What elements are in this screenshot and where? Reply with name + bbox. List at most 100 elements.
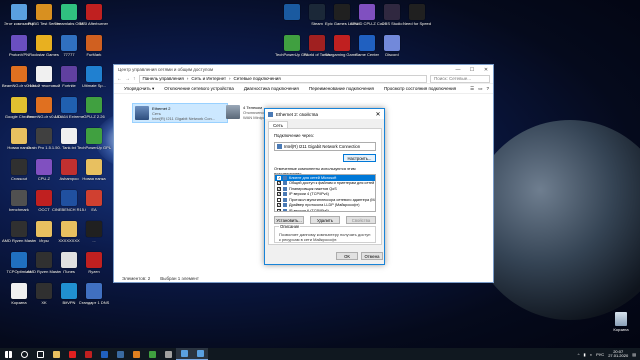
desktop-icon-label: Ryzen <box>88 269 100 274</box>
taskbar-opera-button[interactable] <box>64 348 80 360</box>
taskbar-task-view-button[interactable] <box>32 348 48 360</box>
explorer-icon <box>52 350 60 358</box>
preview-pane-icon[interactable]: ▭ <box>478 86 482 92</box>
component-checkbox[interactable]: ✓ <box>277 203 281 208</box>
forward-arrow-icon[interactable]: → <box>125 76 130 82</box>
taskbar-app-green-button[interactable] <box>144 348 160 360</box>
desktop-icon[interactable]: Стандарт 1 DNS <box>77 281 111 321</box>
breadcrumb-1[interactable]: Панель управления <box>143 76 184 81</box>
app-icon <box>334 4 350 20</box>
volume-icon[interactable]: ◖ <box>590 352 592 357</box>
app-icon <box>11 159 27 175</box>
explorer-title: Центр управления сетями и общим доступом <box>118 67 214 72</box>
system-tray: ^ ▮ ◖ РУС 20:07 27.01.2020 ▤ <box>578 349 640 359</box>
taskbar-control-panel-button[interactable] <box>176 348 192 360</box>
app-icon <box>36 221 52 237</box>
app-icon <box>36 35 52 51</box>
cmd-disable[interactable]: Отключение сетевого устройства <box>164 86 234 91</box>
maximize-button[interactable]: ☐ <box>465 67 479 73</box>
taskbar-app-orange-button[interactable] <box>128 348 144 360</box>
cmd-organize[interactable]: Упорядочить ▾ <box>124 86 154 92</box>
components-list[interactable]: ✓ Клиент для сетей Microsoft ✓ Общий доступ… <box>274 174 376 212</box>
view-options-icon[interactable]: ☰ <box>470 86 474 92</box>
address-bar[interactable]: Панель управления › Сеть и Интернет › Сете… <box>138 74 427 83</box>
desktop-icon-label: MSI Afterburner <box>79 21 108 26</box>
app-icon <box>61 221 77 237</box>
taskbar-app-blue-button[interactable] <box>96 348 112 360</box>
up-arrow-icon[interactable]: ↑ <box>133 76 136 82</box>
cancel-button[interactable]: Отмена <box>361 252 383 260</box>
app-icon <box>86 66 102 82</box>
close-icon[interactable]: ✕ <box>372 111 384 118</box>
app-icon <box>11 128 27 144</box>
component-checkbox[interactable] <box>277 197 281 202</box>
component-item[interactable]: ✓ IP версии 6 (TCP/IPv6) <box>275 208 375 212</box>
component-checkbox[interactable]: ✓ <box>277 208 281 211</box>
network-tray-icon[interactable]: ▮ <box>584 352 586 357</box>
app-icon <box>86 4 102 20</box>
component-item[interactable]: ✓ Общий доступ к файлам и принтерам для с… <box>275 181 375 187</box>
desktop-icon-label: TechPowerUp GPU-Z <box>77 145 111 150</box>
taskbar-search-button[interactable] <box>16 348 32 360</box>
adapter-device: Intel(R) I211 Gigabit Network Con... <box>152 116 216 121</box>
install-button[interactable]: Установить... <box>274 216 304 224</box>
clock[interactable]: 20:07 27.01.2020 <box>608 349 629 359</box>
component-checkbox[interactable]: ✓ <box>277 175 281 180</box>
ok-button[interactable]: ОК <box>336 252 358 260</box>
chevron-up-icon[interactable]: ^ <box>578 352 580 357</box>
back-arrow-icon[interactable]: ← <box>117 76 122 82</box>
taskbar-network-button[interactable] <box>192 348 208 360</box>
app-icon <box>36 159 52 175</box>
dialog-title: Ethernet 2: свойства <box>276 111 319 117</box>
app-icon <box>86 190 102 206</box>
cmd-diagnose[interactable]: Диагностика подключения <box>244 86 299 91</box>
component-checkbox[interactable]: ✓ <box>277 192 281 197</box>
cmd-rename[interactable]: Переименование подключения <box>309 86 374 91</box>
app-icon <box>36 283 52 299</box>
app-icon <box>284 4 300 20</box>
app-blue-icon <box>100 350 108 358</box>
component-label: Планировщик пакетов QoS <box>289 186 337 191</box>
taskbar-explorer-button[interactable] <box>48 348 64 360</box>
breadcrumb-2[interactable]: Сеть и Интернет <box>191 76 226 81</box>
taskbar-settings-button[interactable] <box>160 348 176 360</box>
close-button[interactable]: ✕ <box>479 67 493 73</box>
component-checkbox[interactable]: ✓ <box>277 186 281 191</box>
adapter-ethernet2[interactable]: Ethernet 2 Сеть Intel(R) I211 Gigabit Ne… <box>132 103 228 123</box>
app-icon <box>11 283 27 299</box>
notifications-icon[interactable]: ▤ <box>632 352 636 357</box>
taskbar-app-steam-button[interactable] <box>112 348 128 360</box>
help-icon[interactable]: ? <box>486 86 489 92</box>
component-icon <box>283 203 287 208</box>
remove-button[interactable]: Удалить <box>310 216 340 224</box>
component-checkbox[interactable]: ✓ <box>277 181 281 186</box>
desktop-icon-label: Ultimate Sp... <box>81 83 106 88</box>
properties-button[interactable]: Свойства <box>346 216 376 224</box>
component-item[interactable]: Протокол мультиплексора сетевого адаптер… <box>275 197 375 203</box>
search-input[interactable]: Поиск: Сетевые... <box>430 74 490 83</box>
component-label: Клиент для сетей Microsoft <box>289 175 337 180</box>
breadcrumb-3[interactable]: Сетевые подключения <box>234 76 281 81</box>
component-icon <box>283 192 287 197</box>
app-icon <box>36 128 52 144</box>
taskbar-start-button[interactable] <box>0 348 16 360</box>
component-icon <box>283 197 287 202</box>
component-label: IP версии 6 (TCP/IPv6) <box>289 208 329 212</box>
app-icon <box>309 4 325 20</box>
recycle-bin[interactable]: Корзина <box>606 312 636 332</box>
recycle-bin-icon <box>615 312 627 326</box>
wallpaper-planet <box>470 120 640 320</box>
minimize-button[interactable]: — <box>451 67 465 73</box>
app-icon <box>11 4 27 20</box>
cmd-status[interactable]: Просмотр состояния подключения <box>384 86 456 91</box>
search-placeholder: Поиск: Сетевые... <box>434 76 471 81</box>
clock-date: 27.01.2020 <box>608 353 629 358</box>
desktop-icon-label: Discord <box>385 52 399 57</box>
language-indicator[interactable]: РУС <box>596 352 604 357</box>
taskbar-app-red-button[interactable] <box>80 348 96 360</box>
app-icon <box>86 221 102 237</box>
configure-button[interactable]: Настроить... <box>343 154 376 162</box>
search-icon <box>20 350 28 358</box>
network-card-icon <box>277 144 282 149</box>
status-bar: Элементов: 2 Выбран 1 элемент <box>114 274 493 282</box>
